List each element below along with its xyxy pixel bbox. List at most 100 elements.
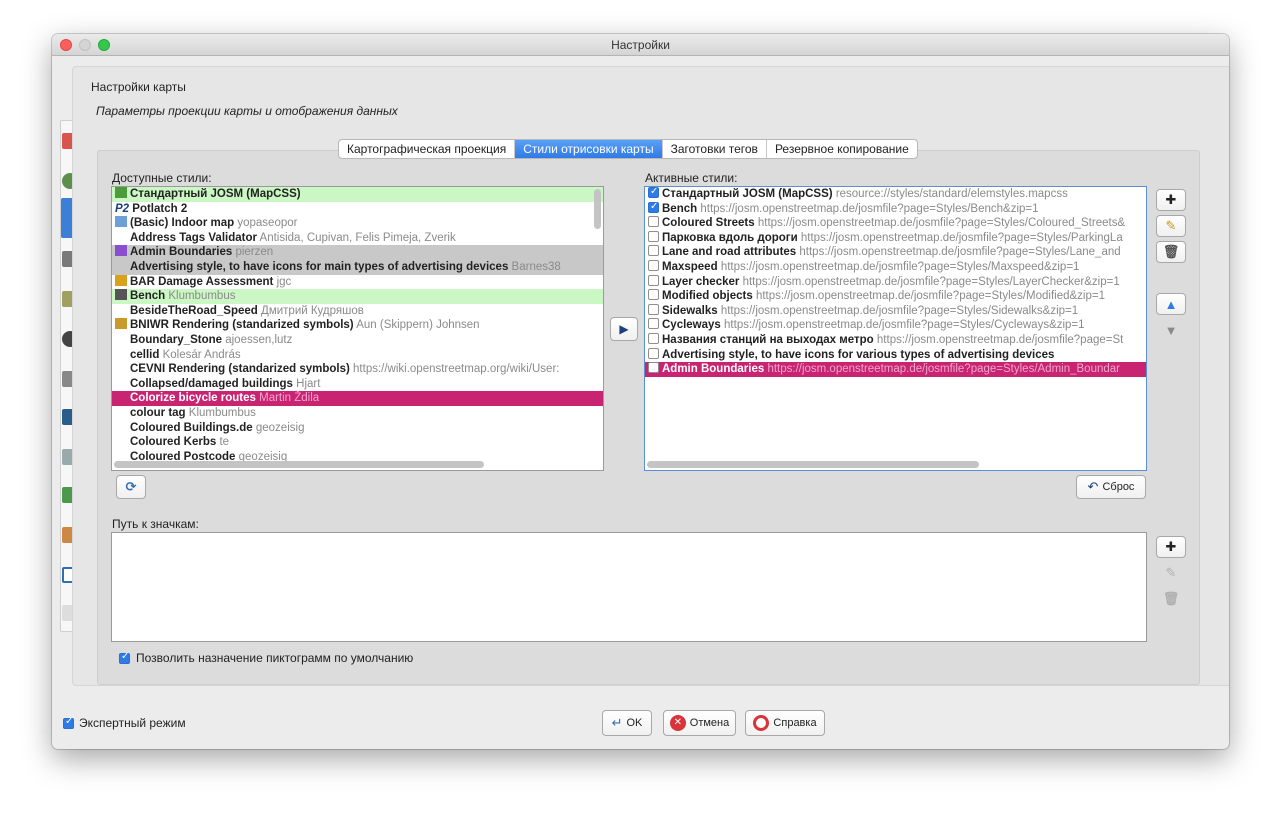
active-style-item[interactable]: Maxspeed https://josm.openstreetmap.de/j… [645,259,1146,275]
close-window-button[interactable] [60,39,72,51]
style-name: cellid [130,348,160,361]
active-style-item[interactable]: Sidewalks https://josm.openstreetmap.de/… [645,303,1146,319]
available-style-item[interactable]: Стандартный JOSM (MapCSS) [112,187,603,202]
reset-icon: ↶ [1087,479,1099,494]
available-style-item[interactable]: colour tag Klumbumbus [112,406,603,421]
available-style-item[interactable]: Admin Boundaries pierzen [112,245,603,260]
tab-tagging-presets[interactable]: Заготовки тегов [663,140,767,158]
expert-mode-option[interactable]: Экспертный режим [63,716,186,730]
style-author: jgc [276,275,292,288]
edit-style-button[interactable]: ✎ [1156,215,1186,237]
available-style-item[interactable]: CEVNI Rendering (standarized symbols) ht… [112,362,603,377]
active-style-item[interactable]: Coloured Streets https://josm.openstreet… [645,216,1146,231]
active-style-item[interactable]: Парковка вдоль дороги https://josm.opens… [645,230,1146,246]
active-style-item[interactable]: Cycleways https://josm.openstreetmap.de/… [645,318,1146,333]
style-enabled-checkbox[interactable] [648,274,659,286]
tab-projection[interactable]: Картографическая проекция [339,140,516,158]
style-enabled-checkbox[interactable] [648,230,659,242]
delete-style-button[interactable]: 🗑 [1156,241,1186,263]
active-style-item[interactable]: Layer checker https://josm.openstreetmap… [645,274,1146,290]
allow-default-icons-checkbox[interactable] [119,651,130,664]
style-name: BAR Damage Assessment [130,275,274,288]
available-style-item[interactable]: Coloured Kerbs te [112,435,603,450]
available-style-item[interactable]: BesideTheRoad_Speed Дмитрий Кудряшов [112,304,603,319]
active-style-item[interactable]: Advertising style, to have icons for var… [645,347,1146,363]
reload-styles-button[interactable]: ⟳ [116,475,146,499]
add-style-button[interactable]: ✚ [1156,189,1186,211]
tab-backup[interactable]: Резервное копирование [767,140,917,158]
help-button[interactable]: Справка [745,710,825,736]
available-vertical-scrollbar[interactable] [594,189,601,229]
cancel-button[interactable]: ✕ Отмена [663,710,736,736]
help-icon [753,715,770,731]
available-style-item[interactable]: (Basic) Indoor map yopaseopor [112,216,603,231]
ok-icon: ↵ [611,715,623,730]
maximize-window-button[interactable] [98,39,110,51]
style-enabled-checkbox[interactable] [648,216,659,228]
available-style-item[interactable]: Bench Klumbumbus [112,289,603,304]
edit-icon-path-button[interactable]: ✎ [1156,562,1186,584]
damage-icon [115,274,127,286]
expert-mode-checkbox[interactable] [63,716,74,729]
tab-map-styles[interactable]: Стили отрисовки карты [515,140,663,158]
style-url: https://josm.openstreetmap.de/josmfile?p… [757,217,1126,230]
available-style-item[interactable]: Address Tags Validator Antisida, Cupivan… [112,231,603,246]
trash-icon: 🗑 [1162,244,1180,259]
style-name: Cycleways [662,319,721,332]
available-style-item[interactable]: Coloured Buildings.de geozeisig [112,421,603,436]
available-style-item[interactable]: Colorize bicycle routes Martin Ždila [112,391,603,406]
style-enabled-checkbox[interactable] [648,318,659,330]
active-style-item[interactable]: Admin Boundaries https://josm.openstreet… [645,362,1146,377]
available-style-item[interactable]: Boundary_Stone ajoessen,lutz [112,333,603,348]
style-name: BesideTheRoad_Speed [130,304,258,317]
refresh-icon: ⟳ [125,479,137,494]
delete-icon-path-button[interactable]: 🗑 [1156,588,1186,610]
style-url: https://josm.openstreetmap.de/josmfile?p… [755,290,1105,303]
page-subtitle: Параметры проекции карты и отображения д… [96,104,398,118]
available-style-item[interactable]: Collapsed/damaged buildings Hjart [112,377,603,392]
minimize-window-button[interactable] [79,39,91,51]
reset-button[interactable]: ↶ Сброс [1076,475,1146,499]
available-horizontal-scrollbar[interactable] [114,461,484,468]
active-horizontal-scrollbar[interactable] [647,461,979,468]
icon-path-list[interactable] [111,532,1147,642]
available-style-item[interactable]: BNIWR Rendering (standarized symbols) Au… [112,318,603,333]
activate-style-button[interactable]: ▶ [610,317,638,341]
ok-button[interactable]: ↵ OK [602,710,652,736]
style-name: BNIWR Rendering (standarized symbols) [130,319,354,332]
style-enabled-checkbox[interactable] [648,245,659,257]
available-style-item[interactable]: BAR Damage Assessment jgc [112,274,603,290]
style-enabled-checkbox[interactable] [648,347,659,359]
available-style-item[interactable]: P2 Potlatch 2 [112,202,603,217]
style-name: Collapsed/damaged buildings [130,377,293,390]
cancel-icon: ✕ [669,715,686,731]
active-style-item[interactable]: Стандартный JOSM (MapCSS) resource://sty… [645,187,1146,202]
style-enabled-checkbox[interactable] [648,303,659,315]
tab-panel: Доступные стили: Стандартный JOSM (MapCS… [97,150,1200,685]
style-name: CEVNI Rendering (standarized symbols) [130,363,350,376]
move-up-button[interactable]: ▲ [1156,293,1186,315]
active-style-item[interactable]: Bench https://josm.openstreetmap.de/josm… [645,200,1146,217]
available-style-item[interactable]: Advertising style, to have icons for mai… [112,259,603,275]
active-style-item[interactable]: Modified objects https://josm.openstreet… [645,289,1146,304]
style-enabled-checkbox[interactable] [648,187,659,200]
titlebar: Настройки [52,34,1229,56]
style-url: https://josm.openstreetmap.de/josmfile?p… [724,319,1085,332]
allow-default-icons-option[interactable]: Позволить назначение пиктограмм по умолч… [119,651,413,665]
add-icon-path-button[interactable]: ✚ [1156,536,1186,558]
style-name: Potlatch 2 [132,202,188,215]
boundary-icon [115,245,127,257]
active-style-item[interactable]: Lane and road attributes https://josm.op… [645,245,1146,260]
move-down-button[interactable]: ▼ [1156,319,1186,341]
active-styles-list[interactable]: Стандартный JOSM (MapCSS) resource://sty… [644,186,1147,471]
style-enabled-checkbox[interactable] [648,289,659,301]
style-enabled-checkbox[interactable] [648,200,659,214]
available-style-item[interactable]: cellid Kolesár András [112,348,603,363]
style-enabled-checkbox[interactable] [648,332,659,344]
style-enabled-checkbox[interactable] [648,362,659,374]
icon-path-label: Путь к значкам: [112,517,199,531]
style-enabled-checkbox[interactable] [648,259,659,271]
style-url: https://josm.openstreetmap.de/josmfile?p… [720,260,1080,273]
available-styles-list[interactable]: Стандартный JOSM (MapCSS) P2 Potlatch 2 (B… [111,186,604,471]
active-style-item[interactable]: Названия станций на выходах метро https:… [645,332,1146,348]
